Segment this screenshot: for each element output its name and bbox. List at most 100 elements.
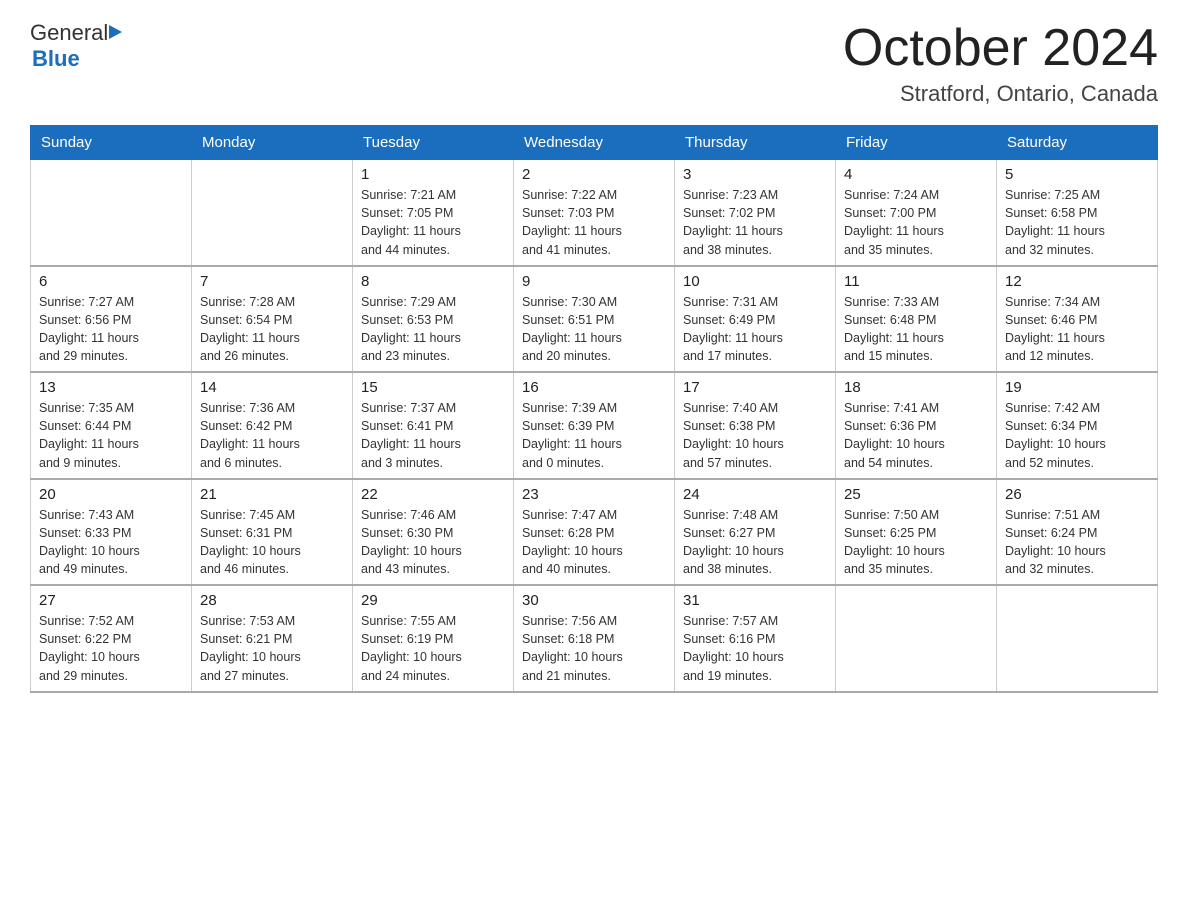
day-info: Sunrise: 7:23 AMSunset: 7:02 PMDaylight:… — [683, 186, 827, 259]
day-number: 24 — [683, 486, 827, 503]
day-info: Sunrise: 7:30 AMSunset: 6:51 PMDaylight:… — [522, 293, 666, 366]
day-header-saturday: Saturday — [997, 126, 1158, 160]
day-info: Sunrise: 7:35 AMSunset: 6:44 PMDaylight:… — [39, 399, 183, 472]
page-header: General Blue October 2024 Stratford, Ont… — [30, 20, 1158, 107]
day-info: Sunrise: 7:39 AMSunset: 6:39 PMDaylight:… — [522, 399, 666, 472]
day-header-thursday: Thursday — [675, 126, 836, 160]
day-header-wednesday: Wednesday — [514, 126, 675, 160]
day-header-friday: Friday — [836, 126, 997, 160]
week-row-5: 27 Sunrise: 7:52 AMSunset: 6:22 PMDayligh… — [31, 585, 1158, 692]
day-number: 19 — [1005, 379, 1149, 396]
calendar-header-row: SundayMondayTuesdayWednesdayThursdayFrid… — [31, 126, 1158, 160]
calendar-cell: 19 Sunrise: 7:42 AMSunset: 6:34 PMDayligh… — [997, 372, 1158, 479]
logo: General Blue — [30, 20, 122, 72]
calendar-cell: 22Sunrise: 7:46 AMSunset: 6:30 PMDayligh… — [353, 479, 514, 586]
day-number: 4 — [844, 166, 988, 183]
day-info: Sunrise: 7:56 AMSunset: 6:18 PMDaylight:… — [522, 612, 666, 685]
day-info: Sunrise: 7:31 AMSunset: 6:49 PMDaylight:… — [683, 293, 827, 366]
calendar-cell — [192, 160, 353, 266]
day-info: Sunrise: 7:21 AMSunset: 7:05 PMDaylight:… — [361, 186, 505, 259]
day-info: Sunrise: 7:43 AMSunset: 6:33 PMDaylight:… — [39, 506, 183, 579]
day-info: Sunrise: 7:36 AMSunset: 6:42 PMDaylight:… — [200, 399, 344, 472]
calendar-cell: 17Sunrise: 7:40 AMSunset: 6:38 PMDayligh… — [675, 372, 836, 479]
day-info: Sunrise: 7:50 AMSunset: 6:25 PMDaylight:… — [844, 506, 988, 579]
day-number: 9 — [522, 273, 666, 290]
calendar-cell: 26 Sunrise: 7:51 AMSunset: 6:24 PMDayligh… — [997, 479, 1158, 586]
day-number: 6 — [39, 273, 183, 290]
calendar-cell: 28Sunrise: 7:53 AMSunset: 6:21 PMDayligh… — [192, 585, 353, 692]
day-number: 10 — [683, 273, 827, 290]
day-number: 20 — [39, 486, 183, 503]
calendar-cell: 20 Sunrise: 7:43 AMSunset: 6:33 PMDayligh… — [31, 479, 192, 586]
day-info: Sunrise: 7:37 AMSunset: 6:41 PMDaylight:… — [361, 399, 505, 472]
calendar-cell: 15 Sunrise: 7:37 AMSunset: 6:41 PMDayligh… — [353, 372, 514, 479]
calendar-cell: 13 Sunrise: 7:35 AMSunset: 6:44 PMDayligh… — [31, 372, 192, 479]
day-info: Sunrise: 7:41 AMSunset: 6:36 PMDaylight:… — [844, 399, 988, 472]
day-info: Sunrise: 7:28 AMSunset: 6:54 PMDaylight:… — [200, 293, 344, 366]
day-info: Sunrise: 7:53 AMSunset: 6:21 PMDaylight:… — [200, 612, 344, 685]
calendar-cell: 30Sunrise: 7:56 AMSunset: 6:18 PMDayligh… — [514, 585, 675, 692]
calendar-cell: 23 Sunrise: 7:47 AMSunset: 6:28 PMDayligh… — [514, 479, 675, 586]
logo-general-text: General — [30, 20, 108, 46]
day-number: 17 — [683, 379, 827, 396]
day-info: Sunrise: 7:42 AMSunset: 6:34 PMDaylight:… — [1005, 399, 1149, 472]
calendar-cell: 21 Sunrise: 7:45 AMSunset: 6:31 PMDayligh… — [192, 479, 353, 586]
calendar-cell: 18 Sunrise: 7:41 AMSunset: 6:36 PMDayligh… — [836, 372, 997, 479]
day-number: 31 — [683, 592, 827, 609]
calendar-cell: 7Sunrise: 7:28 AMSunset: 6:54 PMDaylight… — [192, 266, 353, 373]
day-info: Sunrise: 7:52 AMSunset: 6:22 PMDaylight:… — [39, 612, 183, 685]
day-number: 11 — [844, 273, 988, 290]
calendar-cell: 1 Sunrise: 7:21 AMSunset: 7:05 PMDaylight… — [353, 160, 514, 266]
calendar-table: SundayMondayTuesdayWednesdayThursdayFrid… — [30, 125, 1158, 693]
calendar-cell: 25 Sunrise: 7:50 AMSunset: 6:25 PMDayligh… — [836, 479, 997, 586]
week-row-4: 20 Sunrise: 7:43 AMSunset: 6:33 PMDayligh… — [31, 479, 1158, 586]
calendar-cell: 10 Sunrise: 7:31 AMSunset: 6:49 PMDayligh… — [675, 266, 836, 373]
title-block: October 2024 Stratford, Ontario, Canada — [843, 20, 1158, 107]
calendar-cell: 29 Sunrise: 7:55 AMSunset: 6:19 PMDayligh… — [353, 585, 514, 692]
day-info: Sunrise: 7:34 AMSunset: 6:46 PMDaylight:… — [1005, 293, 1149, 366]
week-row-1: 1 Sunrise: 7:21 AMSunset: 7:05 PMDaylight… — [31, 160, 1158, 266]
day-number: 23 — [522, 486, 666, 503]
day-header-sunday: Sunday — [31, 126, 192, 160]
logo-arrow-icon — [109, 25, 122, 39]
day-number: 22 — [361, 486, 505, 503]
calendar-cell: 11 Sunrise: 7:33 AMSunset: 6:48 PMDayligh… — [836, 266, 997, 373]
day-number: 29 — [361, 592, 505, 609]
day-info: Sunrise: 7:51 AMSunset: 6:24 PMDaylight:… — [1005, 506, 1149, 579]
day-info: Sunrise: 7:25 AMSunset: 6:58 PMDaylight:… — [1005, 186, 1149, 259]
calendar-cell: 24Sunrise: 7:48 AMSunset: 6:27 PMDayligh… — [675, 479, 836, 586]
day-number: 16 — [522, 379, 666, 396]
day-info: Sunrise: 7:57 AMSunset: 6:16 PMDaylight:… — [683, 612, 827, 685]
calendar-cell: 2Sunrise: 7:22 AMSunset: 7:03 PMDaylight… — [514, 160, 675, 266]
day-number: 21 — [200, 486, 344, 503]
day-info: Sunrise: 7:29 AMSunset: 6:53 PMDaylight:… — [361, 293, 505, 366]
day-number: 15 — [361, 379, 505, 396]
day-number: 13 — [39, 379, 183, 396]
calendar-cell: 27 Sunrise: 7:52 AMSunset: 6:22 PMDayligh… — [31, 585, 192, 692]
day-number: 18 — [844, 379, 988, 396]
day-number: 14 — [200, 379, 344, 396]
day-number: 12 — [1005, 273, 1149, 290]
day-number: 2 — [522, 166, 666, 183]
calendar-subtitle: Stratford, Ontario, Canada — [843, 81, 1158, 107]
day-info: Sunrise: 7:55 AMSunset: 6:19 PMDaylight:… — [361, 612, 505, 685]
day-number: 26 — [1005, 486, 1149, 503]
day-number: 27 — [39, 592, 183, 609]
week-row-2: 6 Sunrise: 7:27 AMSunset: 6:56 PMDaylight… — [31, 266, 1158, 373]
calendar-cell — [836, 585, 997, 692]
calendar-cell: 8 Sunrise: 7:29 AMSunset: 6:53 PMDaylight… — [353, 266, 514, 373]
day-number: 25 — [844, 486, 988, 503]
day-info: Sunrise: 7:45 AMSunset: 6:31 PMDaylight:… — [200, 506, 344, 579]
calendar-cell: 4Sunrise: 7:24 AMSunset: 7:00 PMDaylight… — [836, 160, 997, 266]
day-number: 8 — [361, 273, 505, 290]
calendar-cell: 6 Sunrise: 7:27 AMSunset: 6:56 PMDaylight… — [31, 266, 192, 373]
day-header-monday: Monday — [192, 126, 353, 160]
day-info: Sunrise: 7:33 AMSunset: 6:48 PMDaylight:… — [844, 293, 988, 366]
day-header-tuesday: Tuesday — [353, 126, 514, 160]
calendar-title: October 2024 — [843, 20, 1158, 77]
day-info: Sunrise: 7:27 AMSunset: 6:56 PMDaylight:… — [39, 293, 183, 366]
calendar-cell: 31 Sunrise: 7:57 AMSunset: 6:16 PMDayligh… — [675, 585, 836, 692]
calendar-cell: 14 Sunrise: 7:36 AMSunset: 6:42 PMDayligh… — [192, 372, 353, 479]
day-number: 1 — [361, 166, 505, 183]
day-info: Sunrise: 7:47 AMSunset: 6:28 PMDaylight:… — [522, 506, 666, 579]
